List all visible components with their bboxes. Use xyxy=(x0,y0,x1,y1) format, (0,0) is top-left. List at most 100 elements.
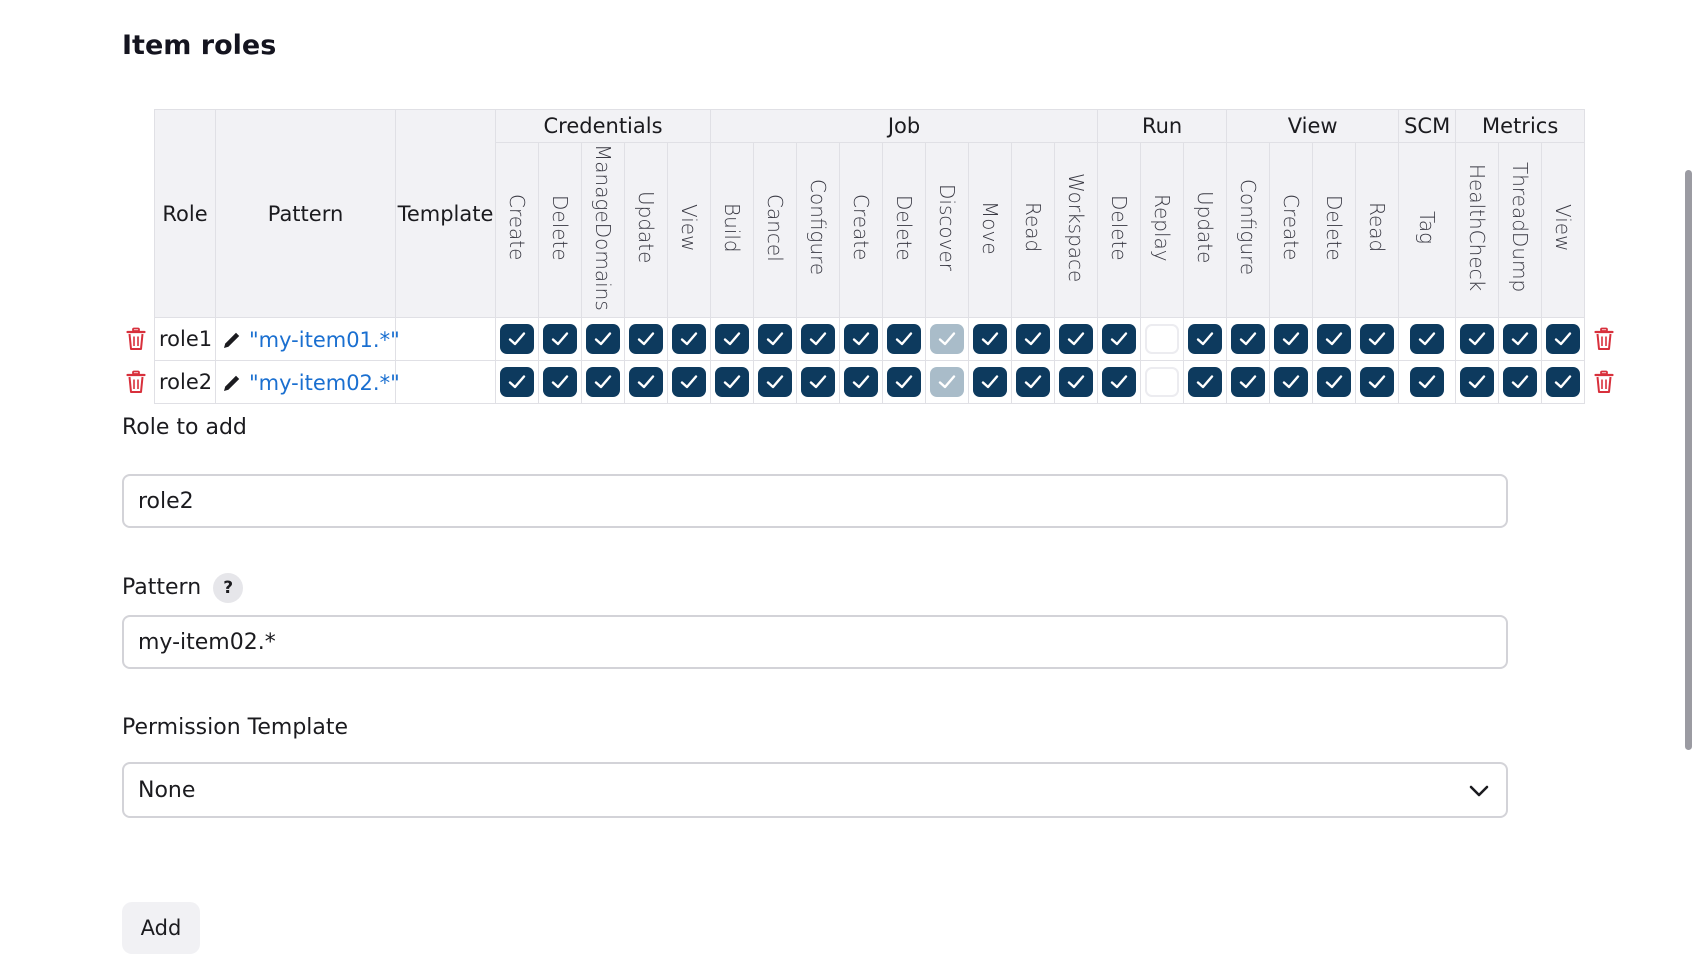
permission-checkbox[interactable] xyxy=(1059,324,1094,354)
permission-checkbox[interactable] xyxy=(1188,367,1223,397)
checkmark-icon xyxy=(680,332,698,346)
role-to-add-input[interactable] xyxy=(122,474,1508,528)
permission-header: Delete xyxy=(1312,142,1357,318)
permission-checkbox[interactable] xyxy=(1016,367,1051,397)
permission-checkbox[interactable] xyxy=(1274,324,1309,354)
checkmark-icon xyxy=(551,375,569,389)
permission-checkbox[interactable] xyxy=(973,367,1008,397)
permission-checkbox[interactable] xyxy=(715,367,750,397)
permission-checkbox[interactable] xyxy=(672,367,707,397)
permission-checkbox[interactable] xyxy=(629,367,663,397)
permission-checkbox[interactable] xyxy=(1317,324,1352,354)
permission-checkbox[interactable] xyxy=(1274,367,1309,397)
pencil-icon[interactable] xyxy=(221,329,243,351)
permission-checkbox[interactable] xyxy=(758,324,793,354)
permission-checkbox[interactable] xyxy=(758,367,793,397)
permission-header: Create xyxy=(839,142,884,318)
role-name: role2 xyxy=(154,360,216,404)
permission-checkbox[interactable] xyxy=(844,324,879,354)
permission-checkbox[interactable] xyxy=(629,324,663,354)
permission-checkbox[interactable] xyxy=(1410,324,1445,354)
permission-cell xyxy=(666,360,712,404)
permission-checkbox[interactable] xyxy=(844,367,879,397)
permission-checkbox[interactable] xyxy=(1460,367,1495,397)
permission-checkbox[interactable] xyxy=(887,324,922,354)
checkmark-icon xyxy=(809,332,827,346)
pattern-input[interactable] xyxy=(122,615,1508,669)
permission-checkbox[interactable] xyxy=(1188,324,1223,354)
permission-cell xyxy=(1226,360,1271,404)
permission-label: Move xyxy=(978,200,1003,255)
trash-icon[interactable] xyxy=(126,327,146,351)
permission-label: Delete xyxy=(548,194,572,261)
permission-header: Discover xyxy=(925,142,970,318)
permission-checkbox[interactable] xyxy=(1102,367,1137,397)
permission-checkbox[interactable] xyxy=(543,367,577,397)
permission-checkbox[interactable] xyxy=(1460,324,1495,354)
permission-checkbox[interactable] xyxy=(1546,367,1581,397)
permission-cell xyxy=(1455,360,1500,404)
group-header: Job xyxy=(710,109,1099,143)
group-header: SCM xyxy=(1398,109,1457,143)
permission-cell xyxy=(1011,360,1056,404)
permission-checkbox[interactable] xyxy=(586,324,620,354)
permission-checkbox[interactable] xyxy=(586,367,620,397)
permission-checkbox[interactable] xyxy=(1231,324,1266,354)
permission-label: Update xyxy=(634,191,658,264)
pattern-link[interactable]: "my-item02.*" xyxy=(249,371,400,395)
permission-checkbox[interactable] xyxy=(672,324,707,354)
permission-checkbox[interactable] xyxy=(500,367,534,397)
permission-checkbox[interactable] xyxy=(1410,367,1445,397)
permission-checkbox[interactable] xyxy=(1102,324,1137,354)
permission-cell xyxy=(1498,317,1543,361)
trash-icon[interactable] xyxy=(1594,370,1614,394)
permission-checkbox[interactable] xyxy=(973,324,1008,354)
permission-checkbox[interactable] xyxy=(801,324,836,354)
permission-header: ManageDomains xyxy=(581,142,625,318)
permission-checkbox[interactable] xyxy=(1231,367,1266,397)
permission-checkbox[interactable] xyxy=(500,324,534,354)
permission-label: Create xyxy=(1279,194,1304,261)
permission-checkbox-unchecked[interactable] xyxy=(1145,324,1180,354)
group-header: Run xyxy=(1097,109,1228,143)
checkmark-icon xyxy=(981,332,999,346)
permission-cell xyxy=(925,317,970,361)
template-cell xyxy=(395,360,496,404)
trash-icon[interactable] xyxy=(1594,327,1614,351)
add-button[interactable]: Add xyxy=(122,902,200,954)
permission-cell xyxy=(1140,317,1185,361)
checkmark-icon xyxy=(938,375,956,389)
scrollbar-thumb[interactable] xyxy=(1685,170,1692,750)
trash-icon[interactable] xyxy=(126,370,146,394)
permission-checkbox[interactable] xyxy=(1360,367,1395,397)
permission-checkbox[interactable] xyxy=(1016,324,1051,354)
help-icon[interactable]: ? xyxy=(213,573,244,603)
permission-checkbox-unchecked[interactable] xyxy=(1145,367,1180,397)
permission-checkbox[interactable] xyxy=(543,324,577,354)
chevron-down-icon xyxy=(1469,785,1489,797)
permission-checkbox-disabled xyxy=(930,324,965,354)
permission-checkbox[interactable] xyxy=(887,367,922,397)
permission-checkbox[interactable] xyxy=(1503,367,1538,397)
permission-checkbox[interactable] xyxy=(1059,367,1094,397)
permission-checkbox[interactable] xyxy=(715,324,750,354)
permission-label: Delete xyxy=(1322,194,1347,261)
permission-cell xyxy=(666,317,712,361)
checkmark-icon xyxy=(1368,332,1386,346)
permission-checkbox[interactable] xyxy=(801,367,836,397)
checkmark-icon xyxy=(1067,332,1085,346)
permission-checkbox[interactable] xyxy=(1317,367,1352,397)
pattern-link[interactable]: "my-item01.*" xyxy=(249,328,400,352)
permission-cell xyxy=(710,317,755,361)
pencil-icon[interactable] xyxy=(221,372,243,394)
group-header: Credentials xyxy=(494,109,712,143)
checkmark-icon xyxy=(637,332,655,346)
permission-checkbox[interactable] xyxy=(1546,324,1581,354)
permission-checkbox[interactable] xyxy=(1503,324,1538,354)
permission-label: Read xyxy=(1021,202,1046,253)
permission-checkbox[interactable] xyxy=(1360,324,1395,354)
permission-cell xyxy=(839,360,884,404)
permission-header: Move xyxy=(968,142,1013,318)
permission-header: Delete xyxy=(538,142,582,318)
permission-template-select[interactable]: None xyxy=(122,762,1508,818)
